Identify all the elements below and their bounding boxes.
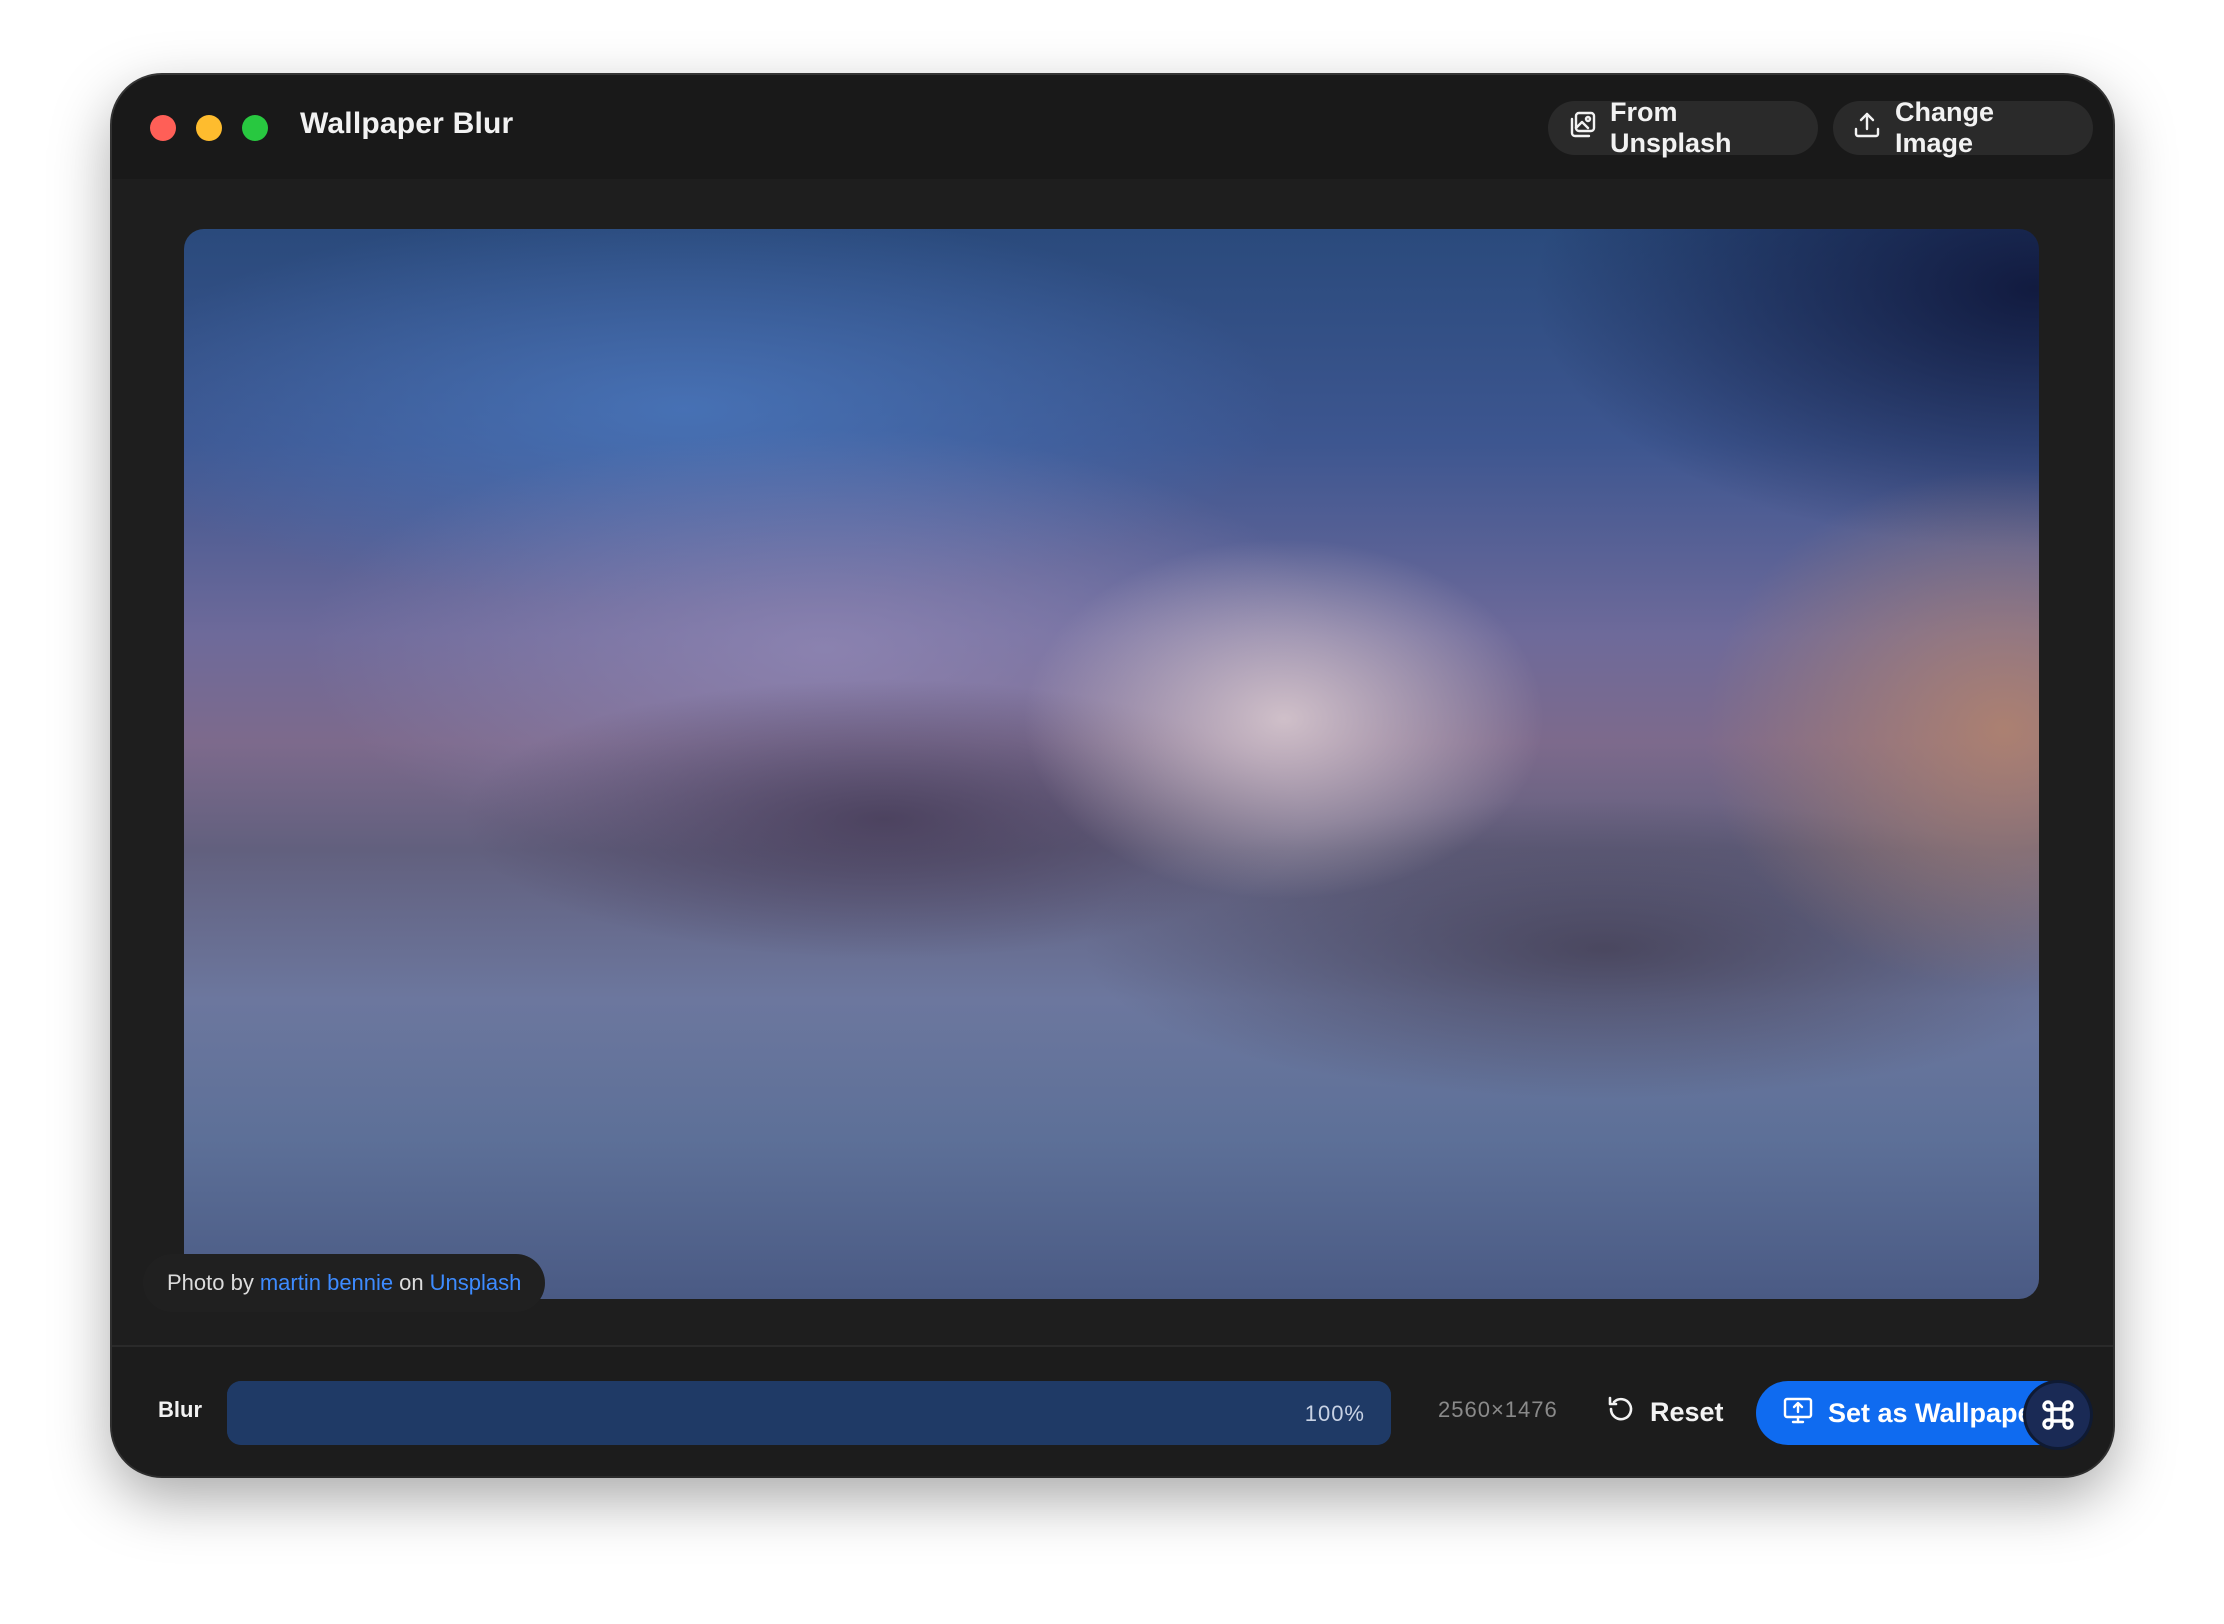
blur-label: Blur <box>158 1397 202 1422</box>
wallpaper-preview <box>184 229 2039 1299</box>
blur-slider[interactable]: 100% <box>227 1381 1391 1445</box>
maximize-window-button[interactable] <box>242 115 268 141</box>
reset-button[interactable]: Reset <box>1606 1387 1724 1437</box>
reset-label: Reset <box>1650 1396 1724 1427</box>
title-bar: Wallpaper Blur From Unsplash Change Imag… <box>112 75 2113 179</box>
change-image-label: Change Image <box>1895 97 1995 158</box>
author-link[interactable]: martin bennie <box>260 1270 393 1296</box>
close-window-button[interactable] <box>150 115 176 141</box>
monitor-upload-icon <box>1782 1394 1814 1433</box>
from-unsplash-button[interactable]: From Unsplash <box>1548 97 1818 158</box>
minimize-window-button[interactable] <box>196 115 222 141</box>
bottom-toolbar: Blur 100% 2560×1476 Reset Set as Wallpap… <box>112 1345 2113 1476</box>
command-icon[interactable] <box>2026 1383 2090 1447</box>
change-image-button[interactable]: Change Image <box>1833 97 2093 158</box>
images-icon <box>1566 109 1598 148</box>
image-resolution: 2560×1476 <box>1438 1397 1558 1422</box>
blur-value: 100% <box>1304 1401 1365 1426</box>
photo-credit: Photo by martin bennie on Unsplash <box>143 1254 546 1312</box>
blur-slider-fill <box>227 1381 1391 1445</box>
credit-prefix: Photo by <box>167 1270 254 1295</box>
rotate-ccw-icon <box>1606 1394 1636 1431</box>
unsplash-link[interactable]: Unsplash <box>430 1270 522 1296</box>
upload-icon <box>1851 109 1883 148</box>
credit-middle: on <box>399 1270 424 1295</box>
from-unsplash-label: From Unsplash <box>1610 97 1732 158</box>
app-title: Wallpaper Blur <box>300 107 514 140</box>
set-as-wallpaper-label: Set as Wallpaper <box>1828 1397 2044 1428</box>
